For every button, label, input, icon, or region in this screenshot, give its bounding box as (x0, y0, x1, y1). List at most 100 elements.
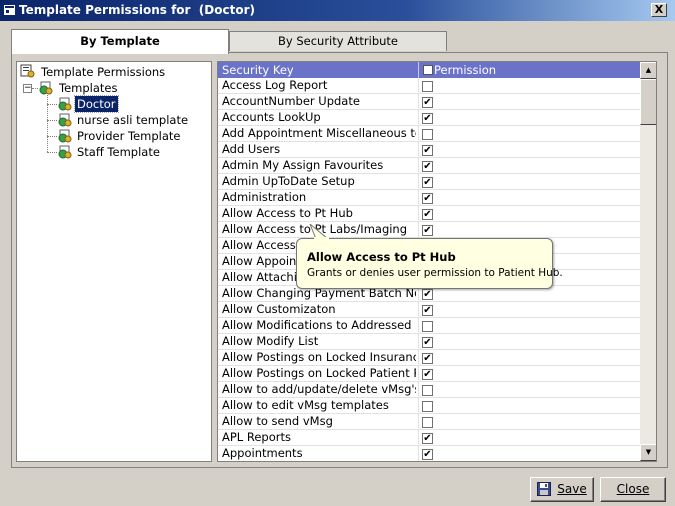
table-row[interactable]: AccountNumber Update ✔ (218, 94, 640, 110)
permission-checkbox[interactable]: ✔ (422, 449, 433, 460)
save-button-label: Save (557, 482, 587, 496)
templates-group-icon (39, 81, 53, 95)
table-row[interactable]: Allow Customizaton ✔ (218, 302, 640, 318)
permission-checkbox[interactable] (422, 401, 433, 412)
table-row[interactable]: Allow Postings on Locked Patient P ✔ (218, 366, 640, 382)
security-key-cell: Accounts LookUp (222, 110, 321, 124)
permission-checkbox[interactable]: ✔ (422, 177, 433, 188)
scroll-thumb[interactable] (640, 79, 656, 125)
window-title: Template Permissions for (Doctor) (19, 3, 255, 17)
title-bar: Template Permissions for (Doctor) X (0, 0, 675, 21)
save-button[interactable]: Save (530, 477, 594, 502)
grid-header: Security Key Permission (218, 62, 640, 78)
permission-checkbox[interactable]: ✔ (422, 305, 433, 316)
permission-checkbox[interactable] (422, 385, 433, 396)
template-icon (58, 129, 72, 143)
tree-item-nurse-asli-template[interactable]: nurse asli template (75, 112, 190, 128)
security-key-cell: APL Reports (222, 430, 291, 444)
table-row[interactable]: Allow Access to Pt Hub ✔ (218, 206, 640, 222)
permission-checkbox[interactable]: ✔ (422, 353, 433, 364)
table-row[interactable]: Allow Postings on Locked Insuranc ✔ (218, 350, 640, 366)
table-row[interactable]: Admin My Assign Favourites ✔ (218, 158, 640, 174)
permission-checkbox[interactable]: ✔ (422, 113, 433, 124)
vertical-scrollbar[interactable]: ▲ ▼ (640, 62, 656, 461)
tree-collapse-toggle[interactable]: − (23, 84, 32, 93)
close-button[interactable]: Close (600, 477, 666, 502)
template-icon (58, 145, 72, 159)
permission-checkbox[interactable]: ✔ (422, 97, 433, 108)
scroll-down-button[interactable]: ▼ (640, 444, 656, 461)
table-row[interactable]: Admin UpToDate Setup ✔ (218, 174, 640, 190)
security-key-cell: Access Log Report (222, 78, 328, 92)
permission-checkbox[interactable]: ✔ (422, 145, 433, 156)
table-row[interactable]: Administration ✔ (218, 190, 640, 206)
table-row[interactable]: Allow to edit vMsg templates (218, 398, 640, 414)
permission-checkbox[interactable]: ✔ (422, 369, 433, 380)
table-row[interactable]: Add Users ✔ (218, 142, 640, 158)
table-row[interactable]: Allow Modifications to Addressed F (218, 318, 640, 334)
permission-checkbox[interactable] (422, 321, 433, 332)
close-button-label: Close (616, 482, 650, 496)
security-key-cell: Administration (222, 190, 307, 204)
permission-checkbox[interactable]: ✔ (422, 289, 433, 300)
permission-checkbox[interactable] (422, 129, 433, 140)
template-tree[interactable]: Template Permissions − Templates Doctor … (16, 61, 212, 462)
permission-checkbox[interactable]: ✔ (422, 209, 433, 220)
table-row[interactable]: Appointments ✔ (218, 446, 640, 461)
tree-item-label: Provider Template (77, 129, 181, 143)
security-key-cell: Allow Modifications to Addressed F (222, 318, 416, 332)
permission-checkbox[interactable] (422, 417, 433, 428)
security-key-cell: Admin My Assign Favourites (222, 158, 384, 172)
tree-item-label: Staff Template (77, 145, 160, 159)
permission-checkbox[interactable]: ✔ (422, 161, 433, 172)
security-key-cell: Allow Postings on Locked Insuranc (222, 350, 416, 364)
tree-item-templates[interactable]: Templates (57, 80, 119, 96)
tree-root-label: Template Permissions (41, 65, 166, 79)
tooltip-body: Grants or denies user permission to Pati… (307, 267, 563, 279)
permissions-root-icon (20, 64, 35, 78)
tooltip-pointer (309, 224, 330, 240)
permission-checkbox[interactable]: ✔ (422, 337, 433, 348)
security-key-cell: Allow Customizaton (222, 302, 336, 316)
select-all-checkbox[interactable] (423, 65, 433, 75)
permission-checkbox[interactable]: ✔ (422, 433, 433, 444)
security-key-cell: AccountNumber Update (222, 94, 360, 108)
tree-item-label: Doctor (74, 95, 119, 113)
tab-by-security-attribute[interactable]: By Security Attribute (229, 31, 447, 51)
column-header-security-key[interactable]: Security Key (222, 62, 294, 78)
table-row[interactable]: Allow to send vMsg (218, 414, 640, 430)
template-icon (58, 113, 72, 127)
security-key-cell: Add Appointment Miscellaneous to (222, 126, 416, 140)
table-row[interactable]: Allow Modify List ✔ (218, 334, 640, 350)
table-row[interactable]: Add Appointment Miscellaneous to (218, 126, 640, 142)
floppy-disk-icon (537, 482, 552, 496)
security-key-cell: Allow Access to Pt Hub (222, 206, 353, 220)
column-header-permission[interactable]: Permission (434, 62, 496, 78)
tooltip-title: Allow Access to Pt Hub (307, 250, 456, 264)
security-key-cell: Allow Modify List (222, 334, 319, 348)
table-row[interactable]: Accounts LookUp ✔ (218, 110, 640, 126)
tab-by-template[interactable]: By Template (11, 29, 229, 54)
security-key-cell: Allow to edit vMsg templates (222, 398, 389, 412)
app-icon (4, 5, 15, 15)
permission-checkbox[interactable]: ✔ (422, 193, 433, 204)
scroll-up-button[interactable]: ▲ (640, 62, 656, 79)
table-row[interactable]: Allow to add/update/delete vMsg's (218, 382, 640, 398)
table-row[interactable]: APL Reports ✔ (218, 430, 640, 446)
tree-item-doctor[interactable]: Doctor (74, 95, 119, 113)
tree-root[interactable]: Template Permissions (39, 64, 167, 80)
permission-checkbox[interactable]: ✔ (422, 225, 433, 236)
table-row[interactable]: Access Log Report (218, 78, 640, 94)
close-window-button[interactable]: X (651, 3, 667, 17)
tree-group-label: Templates (59, 81, 118, 95)
template-icon (58, 97, 72, 111)
security-key-cell: Allow Postings on Locked Patient P (222, 366, 416, 380)
tree-item-staff-template[interactable]: Staff Template (75, 144, 162, 160)
security-key-cell: Add Users (222, 142, 281, 156)
permission-checkbox[interactable] (422, 81, 433, 92)
security-key-cell: Allow to add/update/delete vMsg's (222, 382, 416, 396)
tree-item-label: nurse asli template (77, 113, 189, 127)
table-row[interactable]: Allow Access to Pt Labs/Imaging ✔ (218, 222, 640, 238)
tree-item-provider-template[interactable]: Provider Template (75, 128, 182, 144)
security-key-cell: Appointments (222, 446, 303, 460)
